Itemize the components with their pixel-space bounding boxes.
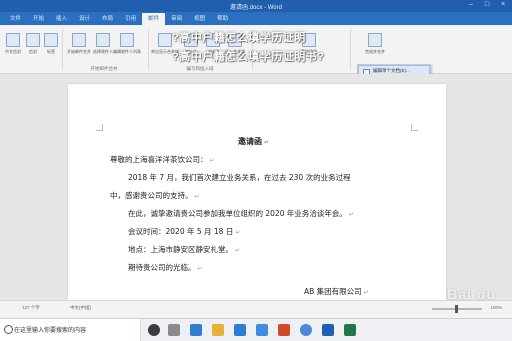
window-controls: – □ × <box>466 1 508 9</box>
group-divider <box>350 29 351 69</box>
paragraph-1a: 2018 年 7 月，我们首次建立业务关系，在过去 230 次的业务过程 <box>128 173 351 182</box>
taskbar-search[interactable]: 在这里输入你要搜索的内容 <box>0 319 141 341</box>
envelope-icon <box>26 33 40 47</box>
edit-recipient-list-button[interactable]: 编辑收件人列表 <box>113 29 141 55</box>
highlight-icon <box>158 33 172 47</box>
app-icon[interactable] <box>278 324 290 336</box>
paragraph-mark: ↵ <box>235 247 241 254</box>
tab-home[interactable]: 开始 <box>27 13 50 25</box>
meeting-place: 地点：上海市静安区静安礼堂。 ↵ <box>128 244 240 255</box>
overlay-heading-1: ?高中户籍怎么填学历证明 <box>172 32 306 44</box>
word-icon[interactable] <box>322 324 334 336</box>
baidu-watermark-logo: Bai du <box>447 286 496 302</box>
paragraph-mark: ↵ <box>209 157 215 164</box>
chinese-envelope-button[interactable]: 中文信封 <box>4 29 22 55</box>
title-bar: 邀请函.docx - Word – □ × <box>0 0 512 12</box>
button-label: 选择收件人 <box>93 49 113 54</box>
select-recipients-button[interactable]: 选择收件人 <box>93 29 113 55</box>
button-label: 标签 <box>47 49 55 54</box>
button-label: 中文信封 <box>5 49 21 54</box>
zoom-slider[interactable] <box>432 305 482 313</box>
start-mail-merge-button[interactable]: 开始邮件合并 <box>67 29 91 55</box>
document-area[interactable]: 邀请函 ↵ 尊敬的上海喜洋洋茶饮公司： ↵ 2018 年 7 月，我们首次建立业务关… <box>0 74 512 300</box>
paragraph-text: 中，感谢贵公司的支持。 <box>110 191 193 200</box>
close-icon[interactable]: × <box>498 1 508 9</box>
paragraph-mark: ↵ <box>197 265 203 272</box>
document-page[interactable]: 邀请函 ↵ 尊敬的上海喜洋洋茶饮公司： ↵ 2018 年 7 月，我们首次建立业务关… <box>68 84 446 300</box>
paragraph-mark: ↵ <box>348 211 354 218</box>
closing-line: 期待贵公司的光临。 ↵ <box>128 262 203 273</box>
title-text: 邀请函 <box>238 137 262 146</box>
paragraph-mark: ↵ <box>235 229 241 236</box>
salutation: 尊敬的上海喜洋洋茶饮公司： ↵ <box>110 154 215 165</box>
document-title: 邀请函 ↵ <box>238 136 269 147</box>
store-icon[interactable] <box>234 324 246 336</box>
file-explorer-icon[interactable] <box>212 324 224 336</box>
search-placeholder: 在这里输入你要搜索的内容 <box>14 328 87 334</box>
tab-insert[interactable]: 插入 <box>50 13 73 25</box>
paragraph-text: 在此，诚挚邀请贵公司参加我单位组织的 2020 年业务洽谈年会。 <box>128 209 347 218</box>
search-icon <box>4 325 13 334</box>
finish-merge-icon <box>368 33 382 47</box>
mail-icon[interactable] <box>256 324 268 336</box>
word-count[interactable]: 127 个字 <box>22 305 40 311</box>
button-label: 编辑收件人列表 <box>113 49 141 54</box>
button-label: 完成并合并 <box>365 49 385 54</box>
group-label-write-insert: 编写和插入域 <box>186 66 214 71</box>
tab-review[interactable]: 审阅 <box>165 13 188 25</box>
paragraph-mark: ↵ <box>194 193 200 200</box>
ribbon-tabs: 文件 开始 插入 设计 布局 引用 邮件 审阅 视图 帮助 <box>0 12 512 25</box>
salutation-text: 尊敬的上海喜洋洋茶饮公司： <box>110 155 208 164</box>
paragraph-mark: ↵ <box>264 139 270 146</box>
paragraph-text: 地点：上海市静安区静安礼堂。 <box>128 245 233 254</box>
excel-icon[interactable] <box>344 324 356 336</box>
recipients-icon <box>96 33 110 47</box>
group-label-start-merge: 开始邮件合并 <box>90 66 118 71</box>
zoom-level[interactable]: 100% <box>490 305 502 310</box>
maximize-icon[interactable]: □ <box>482 1 492 9</box>
envelope-icon <box>6 33 20 47</box>
overlay-heading-2: ?高中户籍怎么填学历证明书? <box>172 51 325 63</box>
tab-design[interactable]: 设计 <box>73 13 96 25</box>
edit-list-icon <box>120 33 134 47</box>
browser-icon[interactable] <box>300 324 312 336</box>
meeting-time: 会议时间：2020 年 5 月 18 日 ↵ <box>128 226 240 237</box>
button-label: 开始邮件合并 <box>67 49 91 54</box>
edge-browser-icon[interactable] <box>190 324 202 336</box>
minimize-icon[interactable]: – <box>466 1 476 9</box>
crop-mark <box>411 124 418 131</box>
button-label: 信封 <box>29 49 37 54</box>
finish-merge-button[interactable]: 完成并合并 <box>365 29 385 55</box>
tab-references[interactable]: 引用 <box>119 13 142 25</box>
tab-layout[interactable]: 布局 <box>96 13 119 25</box>
paragraph-text: AB 集团有限公司 <box>304 287 362 296</box>
crop-mark <box>96 124 103 131</box>
label-icon <box>44 33 58 47</box>
tab-mailings[interactable]: 邮件 <box>142 12 166 25</box>
signature: AB 集团有限公司 ↵ <box>304 286 369 297</box>
labels-button[interactable]: 标签 <box>42 29 60 55</box>
zoom-slider-knob[interactable] <box>455 305 458 313</box>
paragraph-mark: ↵ <box>363 289 369 296</box>
paragraph-text: 会议时间：2020 年 5 月 18 日 <box>128 227 234 236</box>
cortana-icon[interactable] <box>148 324 160 336</box>
status-bar: 127 个字 中文(中国) 100% <box>0 300 512 318</box>
language-indicator[interactable]: 中文(中国) <box>70 305 91 311</box>
paragraph-text: 期待贵公司的光临。 <box>128 263 196 272</box>
menu-item-label: 编辑单个文档(E)... <box>373 67 410 73</box>
envelopes-button[interactable]: 信封 <box>24 29 42 55</box>
taskbar: 在这里输入你要搜索的内容 <box>0 318 512 341</box>
paragraph-1b: 中，感谢贵公司的支持。 ↵ <box>110 190 200 201</box>
task-view-icon[interactable] <box>168 324 180 336</box>
mail-merge-icon <box>72 33 86 47</box>
group-divider <box>148 29 149 69</box>
group-divider <box>62 29 63 69</box>
paragraph-2: 在此，诚挚邀请贵公司参加我单位组织的 2020 年业务洽谈年会。 ↵ <box>128 208 354 219</box>
tab-view[interactable]: 视图 <box>188 13 211 25</box>
tab-help[interactable]: 帮助 <box>211 13 234 25</box>
tab-file[interactable]: 文件 <box>4 13 27 25</box>
window-title: 邀请函.docx - Word <box>230 5 282 11</box>
